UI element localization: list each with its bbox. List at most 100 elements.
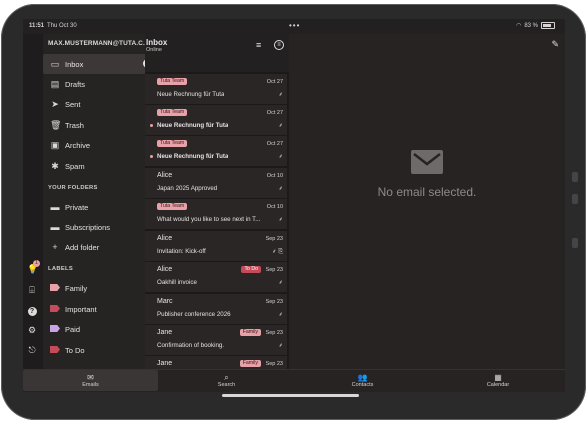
- sender-name: Alice: [157, 266, 173, 273]
- tab-label: Contacts: [351, 382, 374, 388]
- camera: [572, 194, 578, 204]
- trash-icon: 🗑: [50, 120, 62, 130]
- calendar-icon: ▦: [494, 373, 502, 382]
- sender-name: Marc: [157, 298, 173, 305]
- mail-date: Oct 10: [266, 204, 283, 210]
- mail-label: To Do: [241, 266, 261, 273]
- label-family[interactable]: Family: [43, 278, 160, 298]
- folder-drafts[interactable]: ▤ Drafts: [43, 74, 160, 94]
- contacts-icon: 👥: [357, 373, 368, 382]
- unread-dot: [150, 124, 153, 127]
- label-name: Paid: [65, 325, 81, 334]
- mail-status-icons: ⸙: [278, 92, 283, 98]
- mail-subject: What would you like to see next in T...: [157, 216, 261, 223]
- mail-list: Inbox Online ≡ ≡ Tuta Team Neue Rechnung …: [145, 34, 289, 386]
- tab-label: Search: [217, 382, 236, 388]
- battery-percent: 83 %: [524, 22, 538, 29]
- add-folder-button[interactable]: + Add folder: [43, 237, 160, 257]
- sender-pill: Tuta Team: [157, 78, 188, 85]
- mail-subject: Neue Rechnung für Tuta: [157, 91, 225, 98]
- mail-row[interactable]: Jane Confirmation of booking. Sep 23 ⸙ Famil…: [145, 325, 287, 355]
- logout-icon[interactable]: ⎋: [27, 345, 37, 355]
- label-todo[interactable]: To Do: [43, 340, 160, 360]
- sender-name: Jane: [157, 329, 173, 336]
- camera: [572, 238, 578, 248]
- folder-label: Sent: [65, 100, 81, 109]
- mail-icon: ✉: [87, 373, 94, 382]
- new-email-icon[interactable]: ✎: [551, 39, 559, 50]
- mail-row[interactable]: Alice Invitation: Kick-off Sep 23 ⸙ ⎘: [145, 231, 287, 261]
- spam-icon: ✱: [51, 161, 59, 171]
- sender-name: Jane: [157, 360, 173, 367]
- mail-status-icons: ⸙: [278, 280, 283, 286]
- drafts-icon: ▤: [50, 79, 60, 89]
- home-indicator[interactable]: [222, 394, 359, 397]
- tab-emails[interactable]: ✉ Emails: [23, 370, 158, 391]
- mail-row[interactable]: Marc Publisher conference 2026 Sep 23 ⸙: [145, 294, 287, 324]
- mail-subject: Japan 2025 Approved: [157, 185, 218, 192]
- select-all-icon[interactable]: ≡: [274, 40, 284, 50]
- mail-status-icons: ⸙: [278, 154, 283, 160]
- folder-sent[interactable]: ➤ Sent: [43, 94, 160, 114]
- mail-row[interactable]: Tuta Team Neue Rechnung für Tuta Oct 27 ⸙: [145, 105, 287, 135]
- mail-status-icons: ⸙: [278, 123, 283, 129]
- folder-private[interactable]: ▬ Private: [43, 197, 160, 217]
- label-important[interactable]: Important: [43, 299, 160, 319]
- unread-dot: [150, 155, 153, 158]
- label-name: To Do: [65, 346, 85, 355]
- folder-spam[interactable]: ✱ Spam: [43, 156, 160, 176]
- sender-name: Alice: [157, 172, 173, 179]
- add-folder-label: Add folder: [65, 243, 100, 252]
- mail-subject: Publisher conference 2026: [157, 311, 231, 318]
- status-right: ◠ 83 %: [516, 22, 555, 29]
- mail-row[interactable]: Alice Japan 2025 Approved Oct 10 ⸙: [145, 168, 287, 198]
- mail-status-icons: ⸙: [278, 217, 283, 223]
- folder-inbox[interactable]: ▭ Inbox 2: [43, 54, 158, 74]
- settings-icon[interactable]: ⚙: [27, 325, 37, 335]
- tab-calendar[interactable]: ▦ Calendar: [431, 370, 565, 391]
- mail-row[interactable]: Tuta Team What would you like to see next…: [145, 199, 287, 229]
- folder-subscriptions[interactable]: ▬ Subscriptions: [43, 217, 160, 237]
- bottom-nav: ✉ Emails ⌕ Search 👥 Contacts ▦ Calendar: [23, 369, 565, 392]
- support-icon[interactable]: 💡 1: [27, 260, 40, 274]
- folder-label: Subscriptions: [65, 223, 111, 232]
- multitasking-dots[interactable]: •••: [289, 21, 300, 30]
- tab-contacts[interactable]: 👥 Contacts: [295, 370, 430, 391]
- account-email[interactable]: MAX.MUSTERMANN@TUTA.C...: [48, 40, 160, 47]
- mail-date: Oct 10: [266, 173, 283, 179]
- folder-trash[interactable]: 🗑 Trash: [43, 115, 160, 135]
- mail-status-icons: ⸙: [278, 186, 283, 192]
- tab-search[interactable]: ⌕ Search: [159, 370, 294, 391]
- mail-label: Family: [239, 329, 261, 336]
- mail-status-icons: ⸙ ⎘: [272, 249, 283, 255]
- battery-icon: [541, 22, 555, 29]
- label-icon: [50, 283, 60, 293]
- your-folders-heading: YOUR FOLDERS: [48, 185, 98, 191]
- filter-icon[interactable]: ≡: [256, 40, 261, 50]
- folder-archive[interactable]: ▣ Archive: [43, 135, 160, 155]
- sender-pill: Tuta Team: [157, 203, 188, 210]
- mail-row[interactable]: Tuta Team Neue Rechnung für Tuta Oct 27 ⸙: [145, 136, 287, 166]
- mail-status-icons: ⸙: [278, 312, 283, 318]
- label-icon: [50, 345, 60, 355]
- folder-label: Private: [65, 203, 89, 212]
- mail-date: Sep 23: [265, 267, 283, 273]
- gift-icon[interactable]: ⌹: [27, 285, 37, 295]
- mail-subject: Oakhill invoice: [157, 279, 197, 286]
- mail-subject: Invitation: Kick-off: [157, 248, 206, 255]
- folder-icon: ▬: [50, 202, 60, 212]
- mail-detail-pane: ✎ No email selected.: [289, 34, 565, 369]
- folder-label: Inbox: [65, 60, 84, 69]
- label-paid[interactable]: Paid: [43, 319, 160, 339]
- tab-label: Calendar: [486, 382, 510, 388]
- mail-subject: Neue Rechnung für Tuta: [157, 122, 229, 129]
- folder-column: MAX.MUSTERMANN@TUTA.C... ▭ Inbox 2 ▤ Dra…: [43, 34, 160, 369]
- label-name: Important: [65, 305, 97, 314]
- inbox-icon: ▭: [50, 59, 60, 69]
- folder-label: Drafts: [65, 80, 86, 89]
- mail-date: Sep 23: [265, 361, 283, 367]
- label-icon: [50, 304, 60, 314]
- help-icon[interactable]: ?: [27, 305, 37, 316]
- mail-row[interactable]: Tuta Team Neue Rechnung für Tuta Oct 27 ⸙: [145, 74, 287, 104]
- mail-row[interactable]: Alice Oakhill invoice Sep 23 ⸙ To Do: [145, 262, 287, 292]
